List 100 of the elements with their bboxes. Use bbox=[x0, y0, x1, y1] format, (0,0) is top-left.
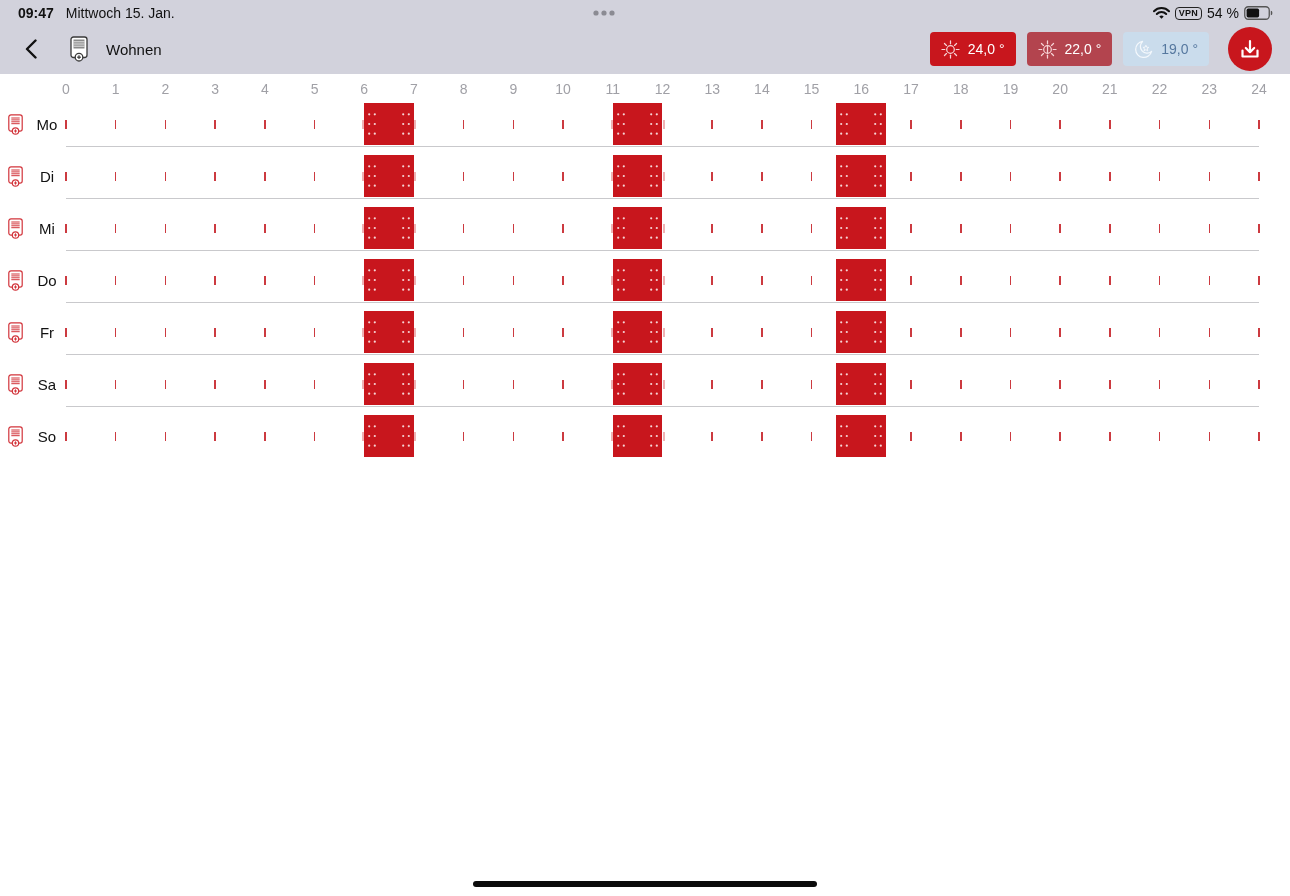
grip-dots-icon bbox=[874, 425, 883, 447]
heating-period-block[interactable] bbox=[612, 259, 663, 301]
day-label: So bbox=[36, 427, 58, 445]
grip-dots-icon bbox=[616, 165, 625, 187]
hour-label: 0 bbox=[62, 81, 70, 97]
hour-label: 13 bbox=[704, 81, 720, 97]
device-icon bbox=[8, 269, 23, 291]
hour-tick bbox=[610, 172, 613, 181]
grip-dots-icon bbox=[874, 165, 883, 187]
grip-dots-icon bbox=[401, 217, 410, 239]
hour-tick bbox=[1258, 120, 1260, 129]
hour-tick bbox=[1258, 328, 1260, 337]
day-label: Di bbox=[38, 167, 56, 185]
hour-label: 5 bbox=[310, 81, 319, 97]
grip-dots-icon bbox=[368, 425, 377, 447]
hour-tick bbox=[610, 380, 613, 389]
grip-dots-icon bbox=[368, 269, 377, 291]
temperature-preset-button[interactable]: 24,0 ° bbox=[929, 32, 1016, 66]
day-label: Mo bbox=[35, 115, 59, 133]
hour-label: 12 bbox=[654, 81, 671, 97]
battery-percent: 54 % bbox=[1207, 5, 1239, 21]
hour-tick bbox=[1258, 276, 1260, 285]
download-button[interactable] bbox=[1228, 27, 1272, 71]
temperature-preset-button[interactable]: 22,0 ° bbox=[1026, 32, 1113, 66]
wifi-icon bbox=[1152, 7, 1170, 19]
back-button[interactable] bbox=[25, 39, 37, 59]
grip-dots-icon bbox=[650, 113, 659, 135]
device-icon bbox=[8, 217, 23, 239]
sun-icon bbox=[940, 39, 960, 59]
day-label: Do bbox=[36, 271, 58, 289]
hour-label: 18 bbox=[952, 81, 969, 97]
hour-label: 7 bbox=[410, 81, 418, 97]
hour-tick bbox=[610, 432, 613, 441]
heating-period-block[interactable] bbox=[612, 103, 663, 145]
device-icon bbox=[8, 113, 23, 135]
grip-dots-icon bbox=[874, 269, 883, 291]
grip-dots-icon bbox=[368, 165, 377, 187]
grip-dots-icon bbox=[368, 321, 377, 343]
grip-dots-icon bbox=[401, 165, 410, 187]
vpn-indicator: VPN bbox=[1174, 6, 1203, 20]
hour-tick bbox=[362, 328, 365, 337]
hour-label: 21 bbox=[1102, 81, 1118, 97]
grip-dots-icon bbox=[874, 373, 883, 395]
hour-label: 23 bbox=[1201, 81, 1218, 97]
hour-label: 4 bbox=[260, 81, 269, 97]
grip-dots-icon bbox=[650, 321, 659, 343]
heating-period-block[interactable] bbox=[836, 415, 887, 457]
hour-label: 10 bbox=[555, 81, 571, 97]
grip-dots-icon bbox=[368, 113, 377, 135]
hour-tick bbox=[362, 120, 365, 129]
hour-label: 9 bbox=[509, 81, 518, 97]
hour-label: 24 bbox=[1251, 81, 1267, 97]
hour-tick bbox=[362, 276, 365, 285]
grip-dots-icon bbox=[616, 217, 625, 239]
device-icon bbox=[8, 425, 23, 447]
hour-label: 6 bbox=[360, 81, 369, 97]
grip-dots-icon bbox=[840, 113, 849, 135]
heating-period-block[interactable] bbox=[836, 311, 887, 353]
hour-label: 2 bbox=[161, 81, 170, 97]
temperature-preset-button[interactable]: 19,0 ° bbox=[1123, 32, 1209, 66]
hour-label: 16 bbox=[853, 81, 870, 97]
heating-period-block[interactable] bbox=[612, 363, 663, 405]
heating-period-block[interactable] bbox=[612, 155, 663, 197]
hour-label: 17 bbox=[903, 81, 919, 97]
hour-tick bbox=[1258, 380, 1260, 389]
heating-period-block[interactable] bbox=[612, 415, 663, 457]
half-sun-icon bbox=[1037, 39, 1057, 59]
status-date: Mittwoch 15. Jan. bbox=[65, 5, 175, 21]
heating-period-block[interactable] bbox=[836, 155, 887, 197]
grip-dots-icon bbox=[840, 321, 849, 343]
grip-dots-icon bbox=[616, 373, 625, 395]
heating-period-block[interactable] bbox=[836, 207, 887, 249]
back-icon bbox=[25, 39, 37, 59]
grip-dots-icon bbox=[368, 217, 377, 239]
heating-period-block[interactable] bbox=[836, 363, 887, 405]
heating-period-block[interactable] bbox=[836, 259, 887, 301]
grip-dots-icon bbox=[401, 425, 410, 447]
hour-tick bbox=[610, 276, 613, 285]
grip-dots-icon bbox=[368, 373, 377, 395]
grip-dots-icon bbox=[650, 269, 659, 291]
heating-period-block[interactable] bbox=[612, 311, 663, 353]
grip-dots-icon bbox=[616, 321, 625, 343]
day-label: Mi bbox=[38, 219, 56, 237]
status-time: 09:47 bbox=[18, 5, 54, 21]
hour-tick bbox=[362, 432, 365, 441]
hour-label: 20 bbox=[1052, 81, 1068, 97]
hour-label: 8 bbox=[459, 81, 468, 97]
grip-dots-icon bbox=[840, 269, 849, 291]
ellipsis-icon[interactable] bbox=[592, 10, 615, 16]
heating-period-block[interactable] bbox=[836, 103, 887, 145]
grip-dots-icon bbox=[840, 165, 849, 187]
day-label: Fr bbox=[38, 323, 56, 341]
grip-dots-icon bbox=[874, 113, 883, 135]
device-icon bbox=[8, 165, 23, 187]
grip-dots-icon bbox=[616, 113, 625, 135]
grip-dots-icon bbox=[616, 425, 625, 447]
heating-period-block[interactable] bbox=[612, 207, 663, 249]
grip-dots-icon bbox=[401, 321, 410, 343]
grip-dots-icon bbox=[650, 165, 659, 187]
battery-icon bbox=[1244, 6, 1273, 20]
